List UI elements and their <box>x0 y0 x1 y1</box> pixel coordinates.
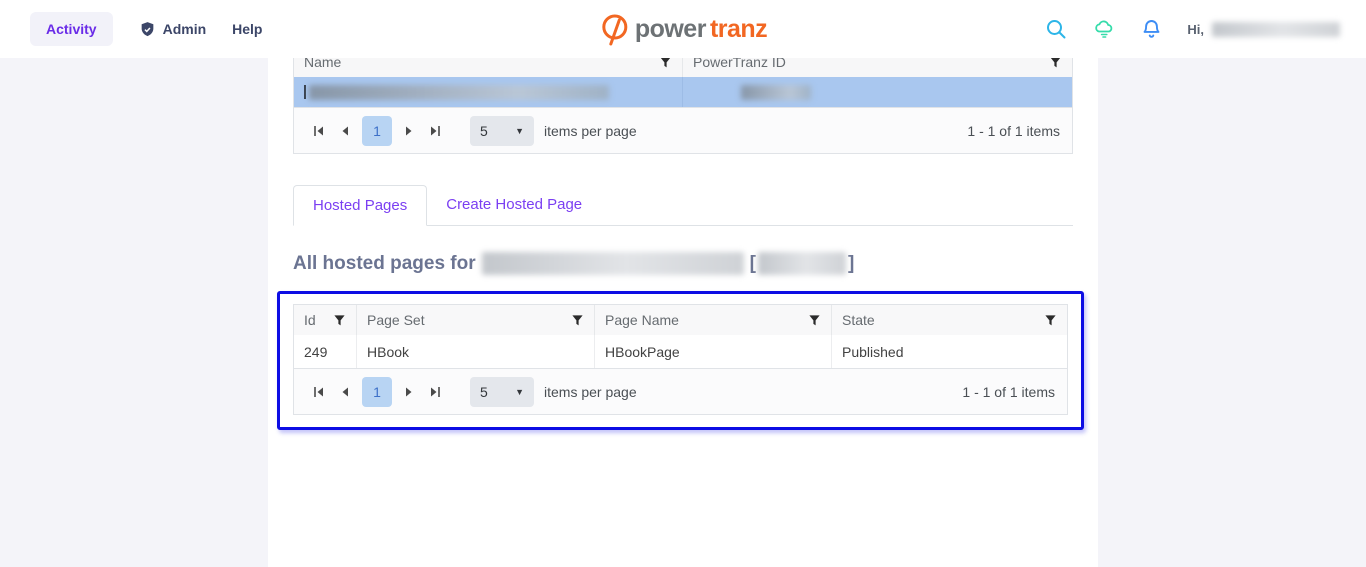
column-header-page-name: Page Name <box>594 305 831 335</box>
tab-hosted-pages-label: Hosted Pages <box>313 197 407 214</box>
filter-funnel-icon[interactable] <box>571 314 584 327</box>
first-page-icon[interactable] <box>306 379 332 405</box>
first-page-icon[interactable] <box>306 118 332 144</box>
column-header-id: Id <box>294 305 356 335</box>
hosted-grid-pager: 1 5 ▼ items per page 1 - 1 of 1 items <box>294 368 1067 414</box>
page-title-prefix: All hosted pages for <box>293 253 476 275</box>
items-per-page-label: items per page <box>544 123 637 139</box>
nav-item-admin[interactable]: Admin <box>139 21 207 38</box>
hosted-pages-tabstrip: Hosted Pages Create Hosted Page <box>293 184 1073 226</box>
nav-help-label: Help <box>232 21 262 37</box>
cloud-status-icon[interactable] <box>1093 18 1115 40</box>
last-page-icon[interactable] <box>422 118 448 144</box>
search-icon[interactable] <box>1045 18 1067 40</box>
page-size-value: 5 <box>480 384 488 400</box>
page-size-select[interactable]: 5 ▼ <box>470 377 534 407</box>
nav-item-help[interactable]: Help <box>232 21 262 37</box>
redacted-merchant-name <box>309 85 609 100</box>
page-size-value: 5 <box>480 123 488 139</box>
tab-create-hosted-page[interactable]: Create Hosted Page <box>427 185 601 226</box>
redacted-merchant-name-heading <box>482 252 744 275</box>
filter-funnel-icon[interactable] <box>333 314 346 327</box>
pager-range-label: 1 - 1 of 1 items <box>962 384 1055 400</box>
nav-activity-label: Activity <box>46 21 97 37</box>
powertranz-logo-icon <box>599 12 631 46</box>
column-header-state: State <box>831 305 1067 335</box>
bracket-close: ] <box>848 253 854 275</box>
main-content: Name PowerTranz ID <box>268 0 1098 567</box>
tab-create-hosted-page-label: Create Hosted Page <box>446 196 582 213</box>
nav-right-group: Hi, <box>1019 18 1340 40</box>
nav-left-group: Activity Admin Help <box>30 12 262 46</box>
redacted-user-name <box>1212 22 1340 37</box>
column-header-state-label: State <box>842 312 875 328</box>
hosted-grid-header: Id Page Set Page Name <box>294 305 1067 335</box>
next-page-icon[interactable] <box>396 379 422 405</box>
prev-page-icon[interactable] <box>332 379 358 405</box>
merchant-row-selected[interactable] <box>294 77 1072 107</box>
last-page-icon[interactable] <box>422 379 448 405</box>
brand-text-tranz: tranz <box>710 15 767 44</box>
chevron-down-icon: ▼ <box>515 126 524 136</box>
merchant-id-cell <box>682 77 1072 107</box>
filter-funnel-icon[interactable] <box>1044 314 1057 327</box>
merchant-name-cell <box>294 77 682 107</box>
column-header-page-name-label: Page Name <box>605 312 679 328</box>
greeting-label: Hi, <box>1187 22 1204 37</box>
top-nav: Activity Admin Help powertranz <box>0 0 1366 58</box>
next-page-icon[interactable] <box>396 118 422 144</box>
column-header-page-set: Page Set <box>356 305 594 335</box>
bracket-open: [ <box>750 253 756 275</box>
brand-text-power: power <box>635 15 706 44</box>
prev-page-icon[interactable] <box>332 118 358 144</box>
hosted-page-row[interactable]: 249 HBook HBookPage Published <box>294 335 1067 368</box>
hosted-pages-highlight-box: Id Page Set Page Name <box>277 291 1084 430</box>
cell-page-set: HBook <box>356 335 594 368</box>
page-title: All hosted pages for [] <box>293 252 1098 275</box>
nav-item-activity[interactable]: Activity <box>30 12 113 46</box>
column-header-page-set-label: Page Set <box>367 312 425 328</box>
redacted-name-first-char <box>304 85 306 99</box>
shield-check-icon <box>139 21 156 38</box>
cell-state: Published <box>831 335 1067 368</box>
pager-range-label: 1 - 1 of 1 items <box>967 123 1060 139</box>
cell-id: 249 <box>294 335 356 368</box>
merchant-grid: Name PowerTranz ID <box>293 46 1073 154</box>
chevron-down-icon: ▼ <box>515 387 524 397</box>
merchant-grid-pager: 1 5 ▼ items per page 1 - 1 of 1 items <box>294 107 1072 153</box>
nav-admin-label: Admin <box>163 21 207 37</box>
cell-page-name: HBookPage <box>594 335 831 368</box>
tab-hosted-pages[interactable]: Hosted Pages <box>293 185 427 226</box>
page-size-select[interactable]: 5 ▼ <box>470 116 534 146</box>
redacted-merchant-id <box>741 85 811 100</box>
page-number-button[interactable]: 1 <box>362 116 392 146</box>
powertranz-logo: powertranz <box>599 12 767 46</box>
items-per-page-label: items per page <box>544 384 637 400</box>
bell-icon[interactable] <box>1141 18 1163 40</box>
redacted-merchant-id-heading <box>758 252 846 275</box>
column-header-id-label: Id <box>304 312 316 328</box>
filter-funnel-icon[interactable] <box>808 314 821 327</box>
hosted-pages-grid: Id Page Set Page Name <box>293 304 1068 415</box>
page-number-button[interactable]: 1 <box>362 377 392 407</box>
